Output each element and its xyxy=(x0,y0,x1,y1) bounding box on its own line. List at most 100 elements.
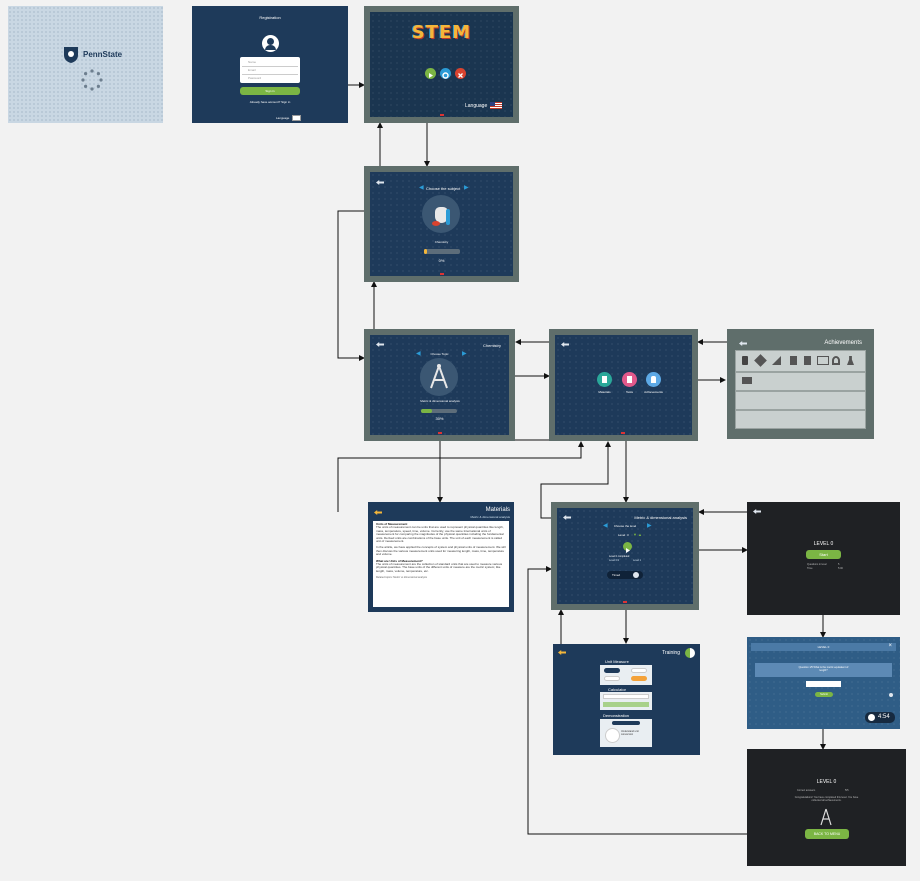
tests-button[interactable] xyxy=(622,372,637,387)
calculator-input[interactable] xyxy=(603,694,649,699)
achievement-microscope-icon xyxy=(832,356,840,365)
next-subject-arrow[interactable]: ▶ xyxy=(464,184,469,191)
quiz-screen: LEVEL 0 × Question 1/5 What is the metri… xyxy=(747,637,900,729)
results-title: LEVEL 0 xyxy=(816,779,837,785)
unit-measure-panel xyxy=(600,665,652,685)
demonstration-panel: Understand unit conversion xyxy=(600,719,652,747)
back-icon[interactable] xyxy=(563,515,571,520)
stem-logo: STEM xyxy=(411,22,472,43)
back-icon[interactable] xyxy=(561,342,569,347)
level-header: Metric & dimensional analysis xyxy=(634,515,687,520)
achievement-monitor-icon xyxy=(742,377,752,384)
achievement-eraser-icon xyxy=(754,354,767,367)
achievement-notebook-icon xyxy=(804,356,811,365)
flag-usa-icon[interactable] xyxy=(490,102,502,109)
subject-screen: ◀ Choose the subject ▶ Chemistry 0% xyxy=(364,166,519,282)
materials-subtitle: Metric & dimensional analysis xyxy=(470,515,510,519)
answer-input[interactable] xyxy=(806,681,841,687)
level-info-label: Questions in level xyxy=(807,563,827,566)
pennstate-shield-icon xyxy=(64,47,78,63)
level-minus-arrow[interactable]: ▼ xyxy=(633,532,637,537)
topic-percent: 30% xyxy=(435,416,444,421)
start-button[interactable]: Start xyxy=(806,550,841,559)
loading-spinner-icon xyxy=(81,69,103,91)
back-to-menu-button[interactable]: BACK TO MENU xyxy=(805,829,849,839)
next-topic-arrow[interactable]: ▶ xyxy=(462,350,467,357)
results-row-value: 5/5 xyxy=(845,789,849,792)
level-info-label: Time xyxy=(807,567,813,570)
level-row-2: Level 1 xyxy=(633,559,642,562)
back-icon[interactable] xyxy=(558,650,566,655)
level-number: 3 xyxy=(627,533,629,537)
back-icon[interactable] xyxy=(739,341,747,346)
achievements-row xyxy=(735,410,866,429)
play-button[interactable] xyxy=(425,68,436,79)
clock-icon xyxy=(868,714,875,721)
achievement-trophy-icon xyxy=(742,356,748,365)
results-row-label: Correct answers xyxy=(797,789,816,792)
materials-button[interactable] xyxy=(597,372,612,387)
next-level-arrow[interactable]: ▶ xyxy=(647,522,652,529)
close-icon[interactable]: × xyxy=(888,643,892,649)
achievement-board-icon xyxy=(817,356,829,365)
topic-name: Metric & dimensional analysis xyxy=(420,399,460,403)
subject-title: Choose the subject xyxy=(426,186,461,191)
sign-in-link[interactable]: Already have account? Sign in xyxy=(192,100,348,104)
prev-subject-arrow[interactable]: ◀ xyxy=(419,184,424,191)
unit-option[interactable] xyxy=(631,676,647,681)
exit-button[interactable] xyxy=(455,68,466,79)
level-plus-arrow[interactable]: ▲ xyxy=(638,532,642,537)
prev-level-arrow[interactable]: ◀ xyxy=(603,522,608,529)
unit-option[interactable] xyxy=(631,668,647,673)
unit-measure-title: Unit Measure xyxy=(605,659,629,664)
back-icon[interactable] xyxy=(376,342,384,347)
chemistry-flask-icon[interactable] xyxy=(422,195,460,233)
subject-percent: 0% xyxy=(438,258,445,263)
achievements-button[interactable] xyxy=(646,372,661,387)
timer-icon xyxy=(633,572,639,578)
results-message: Congratulations! You have completed this… xyxy=(794,796,859,802)
level-select-screen: Metric & dimensional analysis ◀ Choose t… xyxy=(551,502,699,610)
unit-option[interactable] xyxy=(604,676,620,681)
gear-icon xyxy=(442,72,449,79)
section-footer: Related topics: Metric vs dimensional an… xyxy=(376,576,427,580)
back-icon[interactable] xyxy=(753,509,761,514)
subject-name: Chemistry xyxy=(434,240,449,244)
menu-language-label: Language xyxy=(465,103,488,109)
training-title: Training xyxy=(662,650,680,656)
level-start-title: LEVEL 0 xyxy=(813,541,834,547)
back-icon[interactable] xyxy=(376,180,384,185)
achievements-row xyxy=(735,350,866,372)
demo-text: Understand unit conversion xyxy=(621,730,639,736)
achievements-title: Achievements xyxy=(824,340,862,346)
level-info-value: 5:00 xyxy=(838,567,843,570)
demo-tab[interactable] xyxy=(612,721,640,725)
calculator-result xyxy=(603,702,649,707)
settings-button[interactable] xyxy=(440,68,451,79)
timer-badge: 4:54 xyxy=(865,712,895,723)
training-toggle-icon[interactable] xyxy=(685,648,695,658)
unit-option[interactable] xyxy=(604,668,620,673)
prev-topic-arrow[interactable]: ◀ xyxy=(416,350,421,357)
materials-document: Units of Measurement The units of measur… xyxy=(373,521,509,607)
password-field[interactable]: Password xyxy=(242,74,298,82)
level-start-screen: LEVEL 0 Start Questions in level 5 Time … xyxy=(747,502,900,615)
timer-value: 4:54 xyxy=(878,714,890,720)
level-label: Level xyxy=(618,533,626,537)
timed-toggle[interactable]: Timed xyxy=(607,571,643,579)
brand-name: PennState xyxy=(83,50,123,59)
section-text: The units of measurement are the collect… xyxy=(376,562,503,573)
compass-icon[interactable] xyxy=(420,358,458,396)
achievements-row xyxy=(735,391,866,410)
question-box: Question 1/5 What is the metric equivale… xyxy=(755,663,892,677)
calculator-panel xyxy=(600,692,652,710)
language-flag-icon[interactable] xyxy=(292,115,301,121)
submit-button[interactable]: Submit xyxy=(815,692,833,697)
achievements-screen: Achievements xyxy=(727,329,874,439)
demo-image-icon xyxy=(605,728,620,743)
info-icon[interactable] xyxy=(889,693,893,697)
back-icon[interactable] xyxy=(374,510,382,515)
play-level-button[interactable] xyxy=(623,542,632,553)
avatar-icon xyxy=(262,35,279,52)
sign-in-button[interactable]: Sign in xyxy=(240,87,300,95)
